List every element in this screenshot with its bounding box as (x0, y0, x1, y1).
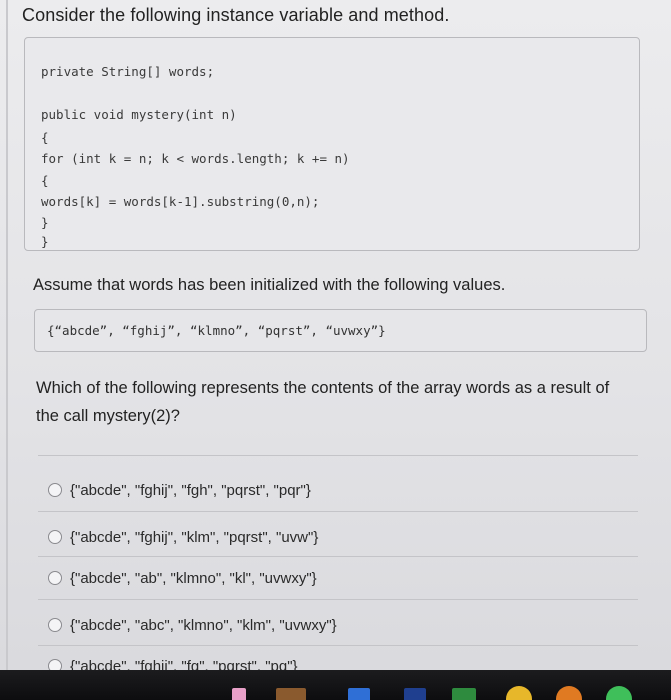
taskbar (0, 670, 671, 700)
radio-button[interactable] (48, 530, 62, 544)
answer-option-3[interactable]: {"abcde", "ab", "klmno", "kl", "uvwxy"} (48, 567, 317, 589)
initial-values-text: {“abcde”, “fghij”, “klmno”, “pqrst”, “uv… (47, 323, 386, 338)
divider (38, 511, 638, 512)
code-block: private String[] words; public void myst… (24, 37, 640, 251)
answer-option-1[interactable]: {"abcde", "fghij", "fgh", "pqrst", "pqr"… (48, 479, 311, 501)
divider (38, 455, 638, 456)
app-icon-brown[interactable] (276, 688, 306, 700)
radio-button[interactable] (48, 571, 62, 585)
initial-values-block: {“abcde”, “fghij”, “klmno”, “pqrst”, “uv… (34, 309, 647, 352)
app-icon-blue[interactable] (348, 688, 370, 700)
divider (38, 556, 638, 557)
question-title: Consider the following instance variable… (22, 5, 450, 25)
code-line: words[k] = words[k-1].substring(0,n); (41, 194, 320, 209)
answer-option-label: {"abcde", "abc", "klmno", "klm", "uvwxy"… (70, 616, 337, 634)
answer-option-label: {"abcde", "fghij", "fgh", "pqrst", "pqr"… (70, 481, 311, 499)
answer-option-label: {"abcde", "fghij", "klm", "pqrst", "uvw"… (70, 528, 319, 546)
app-icon-yellow[interactable] (506, 686, 532, 700)
code-line: private String[] words; (41, 64, 215, 79)
app-icon-orange[interactable] (556, 686, 582, 700)
code-line: } (41, 215, 49, 230)
app-icon-dark-blue[interactable] (404, 688, 426, 700)
question-prompt: Which of the following represents the co… (36, 379, 610, 425)
radio-button[interactable] (48, 483, 62, 497)
divider (38, 645, 638, 646)
code-line: for (int k = n; k < words.length; k += n… (41, 151, 350, 166)
assume-text: Assume that words has been initialized w… (33, 276, 506, 294)
app-icon-white-green[interactable] (606, 686, 632, 700)
radio-button[interactable] (48, 618, 62, 632)
code-line: public void mystery(int n) (41, 107, 237, 122)
page-left-border (6, 0, 8, 670)
code-line: } (41, 234, 49, 249)
code-line: { (41, 130, 49, 145)
answer-option-label: {"abcde", "ab", "klmno", "kl", "uvwxy"} (70, 569, 317, 587)
app-icon-pink[interactable] (232, 688, 246, 700)
code-line: { (41, 173, 49, 188)
answer-option-2[interactable]: {"abcde", "fghij", "klm", "pqrst", "uvw"… (48, 526, 318, 548)
app-icon-green[interactable] (452, 688, 476, 700)
divider (38, 599, 638, 600)
answer-option-4[interactable]: {"abcde", "abc", "klmno", "klm", "uvwxy"… (48, 614, 337, 636)
